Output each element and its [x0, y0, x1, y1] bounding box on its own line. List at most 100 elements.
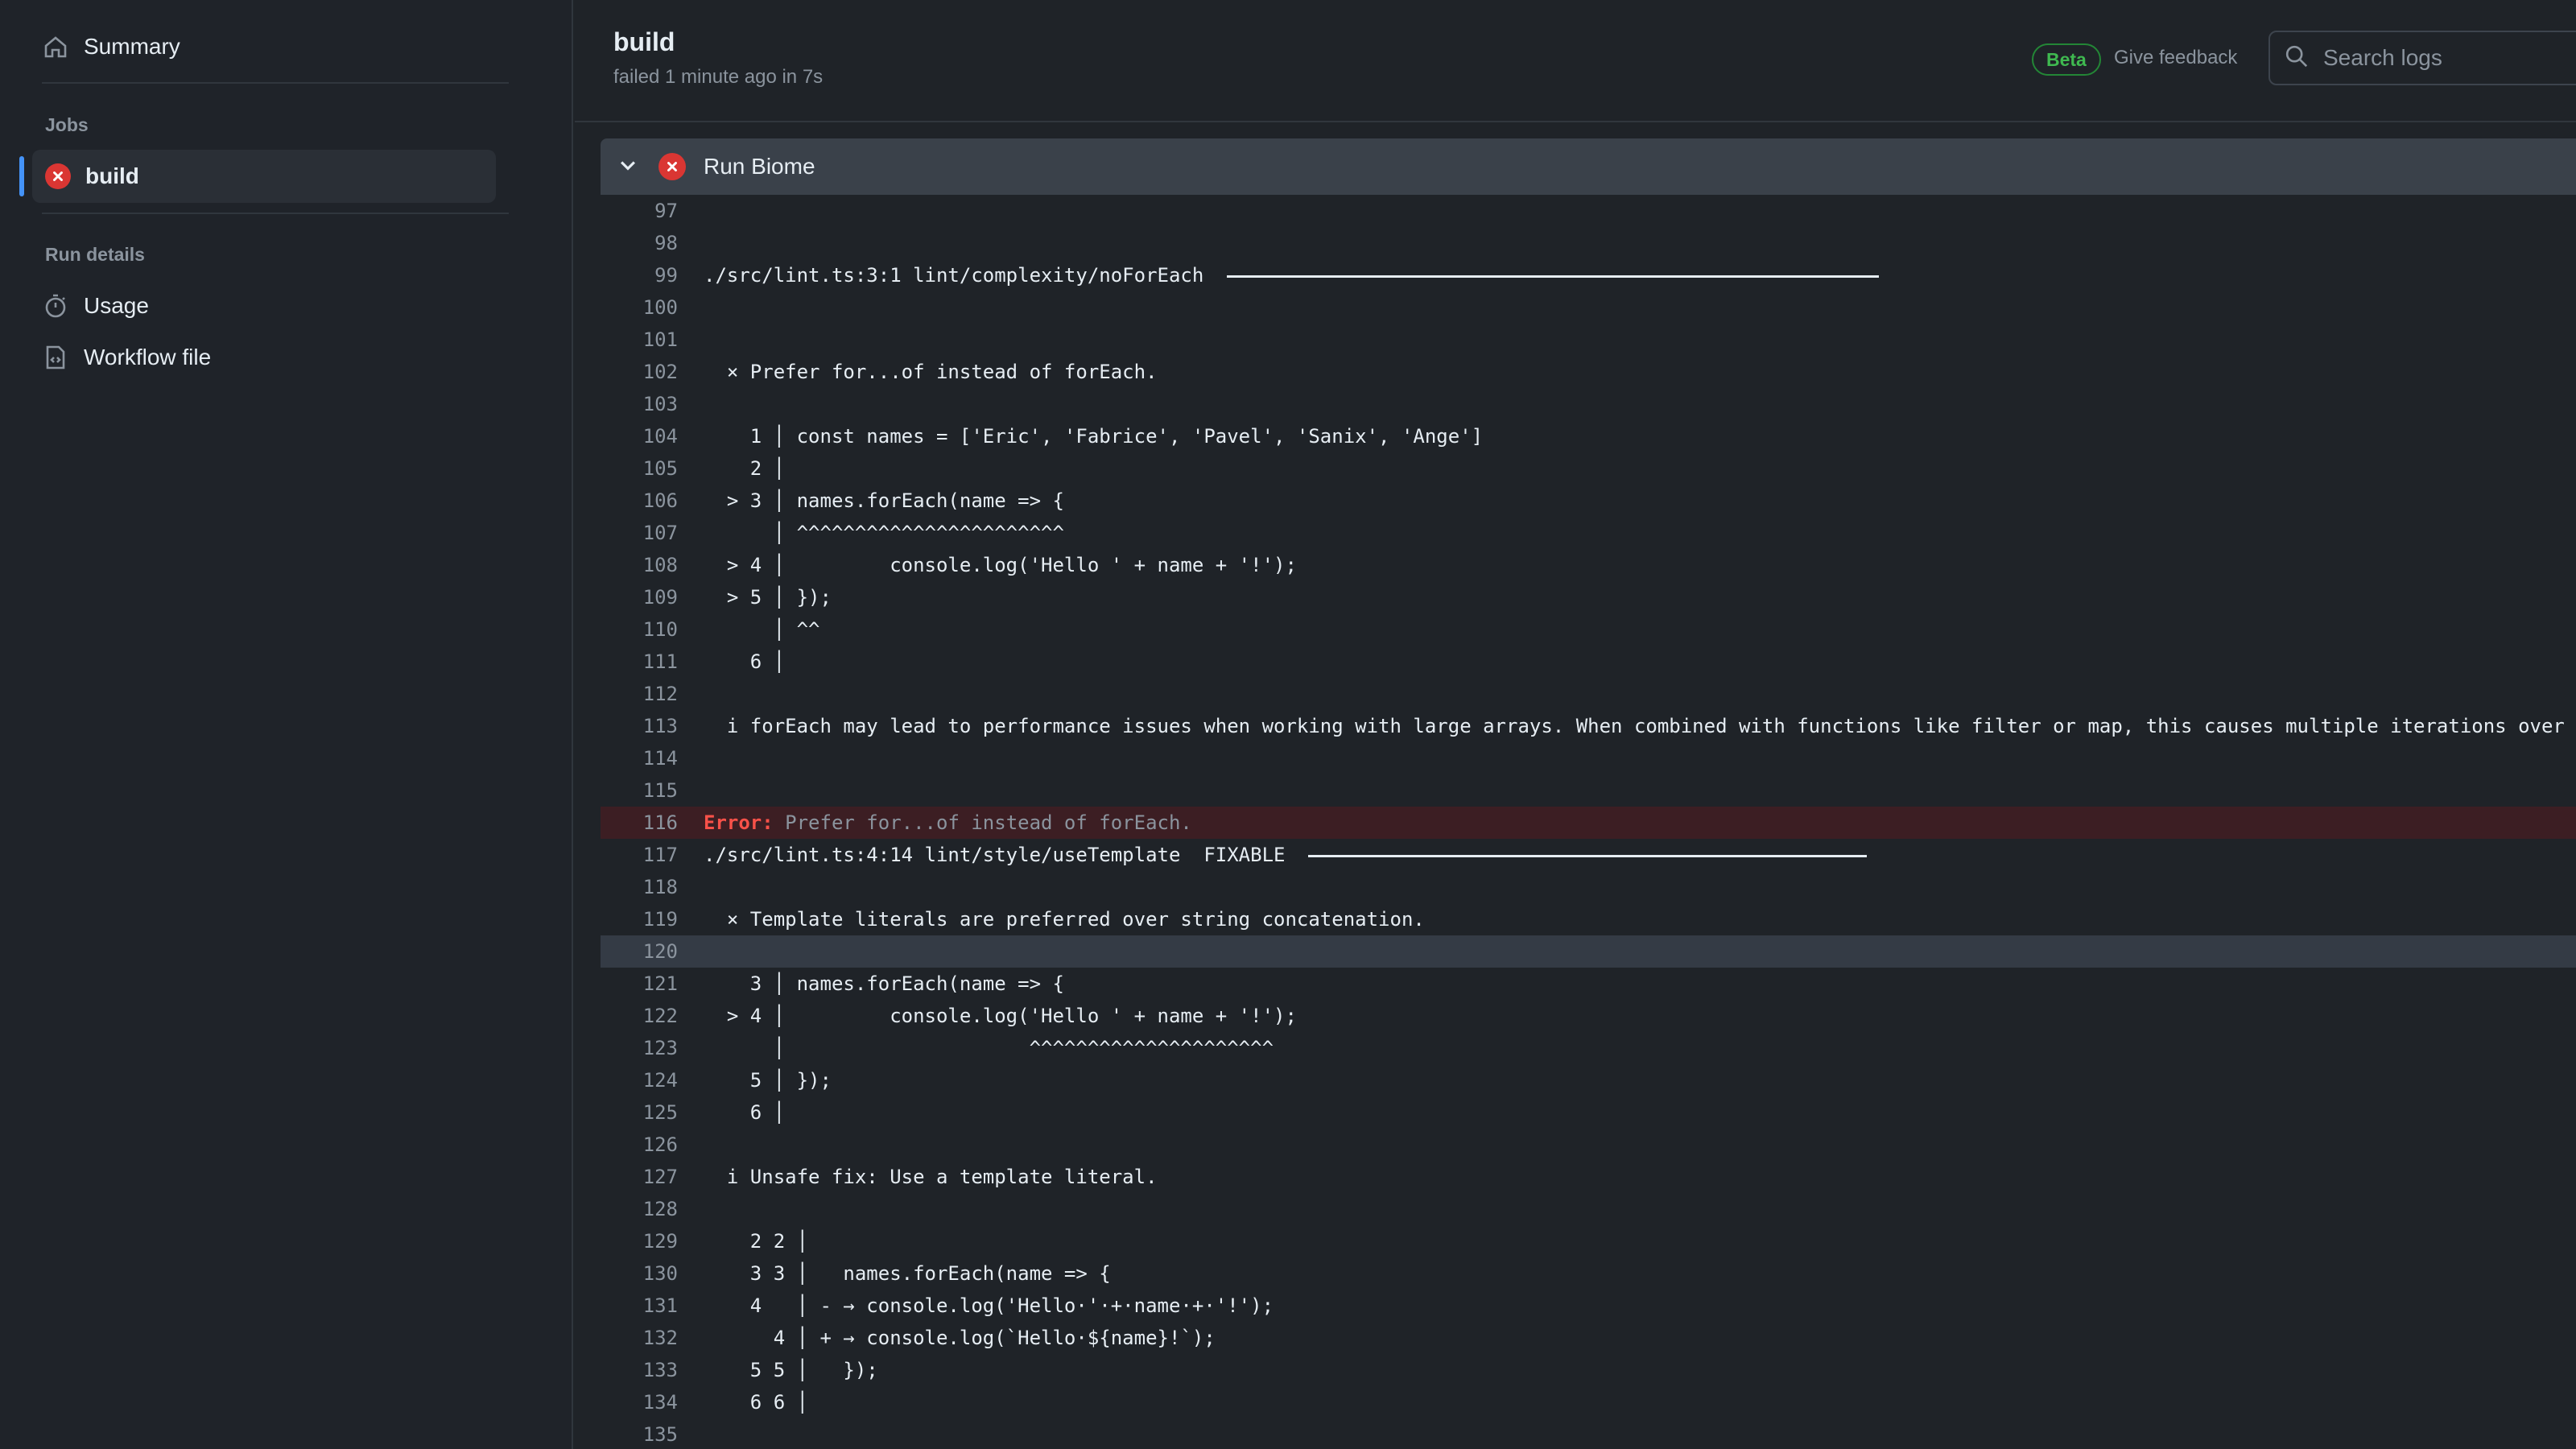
line-number[interactable]: 102 — [601, 361, 678, 383]
line-text: │ ^^^^^^^^^^^^^^^^^^^^^ — [704, 1037, 1274, 1059]
active-indicator — [19, 156, 24, 196]
log-line: 105 2 │ — [601, 452, 2576, 485]
line-number[interactable]: 128 — [601, 1198, 678, 1220]
sidebar-item-usage[interactable]: Usage — [42, 283, 149, 328]
line-number[interactable]: 135 — [601, 1423, 678, 1446]
line-text: > 3 │ names.forEach(name => { — [704, 489, 1064, 512]
log-line: 117 ./src/lint.ts:4:14 lint/style/useTemp… — [601, 839, 2576, 871]
line-number[interactable]: 120 — [601, 940, 678, 963]
line-content: │ ^^ — [704, 618, 820, 641]
line-text: 3 │ names.forEach(name => { — [704, 972, 1064, 995]
line-text: 3 3 │ names.forEach(name => { — [704, 1262, 1111, 1285]
line-number[interactable]: 97 — [601, 200, 678, 222]
chevron-down-icon[interactable] — [617, 154, 639, 180]
give-feedback-link[interactable]: Give feedback — [2114, 47, 2237, 69]
line-number[interactable]: 116 — [601, 811, 678, 834]
line-content: 3 │ names.forEach(name => { — [704, 972, 1064, 995]
line-number[interactable]: 125 — [601, 1101, 678, 1124]
log-line: 120 — [601, 935, 2576, 968]
line-number[interactable]: 132 — [601, 1327, 678, 1349]
line-number[interactable]: 110 — [601, 618, 678, 641]
log-line: 123 │ ^^^^^^^^^^^^^^^^^^^^^ — [601, 1032, 2576, 1064]
error-message: Prefer for...of instead of forEach. — [773, 811, 1192, 834]
log-line: 122 > 4 │ console.log('Hello ' + name + … — [601, 1000, 2576, 1032]
line-number[interactable]: 112 — [601, 683, 678, 705]
sidebar-item-workflow-file[interactable]: Workflow file — [42, 335, 211, 380]
line-number[interactable]: 99 — [601, 264, 678, 287]
line-number[interactable]: 124 — [601, 1069, 678, 1092]
line-number[interactable]: 100 — [601, 296, 678, 319]
sidebar-item-label: Summary — [84, 34, 180, 59]
divider — [42, 213, 509, 214]
line-text: 2 2 │ — [704, 1230, 808, 1253]
log-line: 116 Error: Prefer for...of instead of for… — [601, 807, 2576, 839]
line-number[interactable]: 118 — [601, 876, 678, 898]
stopwatch-icon — [42, 292, 69, 320]
log-line: 108 > 4 │ console.log('Hello ' + name + … — [601, 549, 2576, 581]
beta-badge: Beta — [2032, 43, 2101, 76]
line-number[interactable]: 109 — [601, 586, 678, 609]
line-number[interactable]: 126 — [601, 1133, 678, 1156]
line-text: 1 │ const names = ['Eric', 'Fabrice', 'P… — [704, 425, 1483, 448]
line-number[interactable]: 106 — [601, 489, 678, 512]
log-line: 124 5 │ }); — [601, 1064, 2576, 1096]
log-line: 115 — [601, 774, 2576, 807]
line-number[interactable]: 123 — [601, 1037, 678, 1059]
line-content: × Template literals are preferred over s… — [704, 908, 1425, 931]
line-text: 5 │ }); — [704, 1069, 832, 1092]
line-number[interactable]: 119 — [601, 908, 678, 931]
line-content: 5 5 │ }); — [704, 1359, 878, 1381]
line-content: 4 │ - → console.log('Hello·'·+·name·+·'!… — [704, 1294, 1274, 1317]
line-content: 3 3 │ names.forEach(name => { — [704, 1262, 1111, 1285]
job-status-text: failed 1 minute ago in 7s — [613, 66, 824, 88]
line-content: 5 │ }); — [704, 1069, 832, 1092]
line-number[interactable]: 115 — [601, 779, 678, 802]
diagnostic-rule-line — [1307, 854, 1867, 857]
sidebar-item-summary[interactable]: Summary — [42, 24, 180, 69]
line-number[interactable]: 122 — [601, 1005, 678, 1027]
step-name: Run Biome — [704, 154, 815, 179]
sidebar: Summary Jobs build Run details Usage Wor… — [0, 0, 573, 1449]
line-number[interactable]: 133 — [601, 1359, 678, 1381]
line-number[interactable]: 101 — [601, 328, 678, 351]
log-line: 127 i Unsafe fix: Use a template literal… — [601, 1161, 2576, 1193]
line-content: 2 │ — [704, 457, 786, 480]
line-number[interactable]: 127 — [601, 1166, 678, 1188]
line-number[interactable]: 107 — [601, 522, 678, 544]
line-text: ./src/lint.ts:4:14 lint/style/useTemplat… — [704, 844, 1867, 866]
log-line: 128 — [601, 1193, 2576, 1225]
line-text: │ ^^^^^^^^^^^^^^^^^^^^^^^ — [704, 522, 1064, 544]
line-number[interactable]: 108 — [601, 554, 678, 576]
line-content: 4 │ + → console.log(`Hello·${name}!`); — [704, 1327, 1216, 1349]
line-number[interactable]: 98 — [601, 232, 678, 254]
log-line: 133 5 5 │ }); — [601, 1354, 2576, 1386]
line-text: > 4 │ console.log('Hello ' + name + '!')… — [704, 554, 1297, 576]
line-number[interactable]: 134 — [601, 1391, 678, 1414]
line-content: > 5 │ }); — [704, 586, 832, 609]
sidebar-item-build[interactable]: build — [19, 150, 496, 203]
line-number[interactable]: 104 — [601, 425, 678, 448]
line-number[interactable]: 131 — [601, 1294, 678, 1317]
line-number[interactable]: 103 — [601, 393, 678, 415]
log-line: 125 6 │ — [601, 1096, 2576, 1129]
line-number[interactable]: 130 — [601, 1262, 678, 1285]
x-circle-icon — [658, 153, 686, 180]
divider — [42, 82, 509, 84]
file-code-icon — [42, 344, 69, 371]
step-header-run-biome[interactable]: Run Biome — [601, 138, 2576, 195]
search-icon — [2285, 44, 2323, 72]
search-logs-input[interactable] — [2323, 45, 2576, 71]
line-number[interactable]: 117 — [601, 844, 678, 866]
line-text: 6 │ — [704, 650, 785, 673]
line-number[interactable]: 114 — [601, 747, 678, 770]
log-line: 119 × Template literals are preferred ov… — [601, 903, 2576, 935]
line-content: i Unsafe fix: Use a template literal. — [704, 1166, 1158, 1188]
line-content: ./src/lint.ts:4:14 lint/style/useTemplat… — [704, 844, 1297, 866]
search-logs-box[interactable] — [2268, 31, 2576, 85]
line-number[interactable]: 129 — [601, 1230, 678, 1253]
line-number[interactable]: 105 — [601, 457, 678, 480]
log-line: 131 4 │ - → console.log('Hello·'·+·name·… — [601, 1290, 2576, 1322]
line-number[interactable]: 121 — [601, 972, 678, 995]
line-number[interactable]: 113 — [601, 715, 678, 737]
line-number[interactable]: 111 — [601, 650, 678, 673]
